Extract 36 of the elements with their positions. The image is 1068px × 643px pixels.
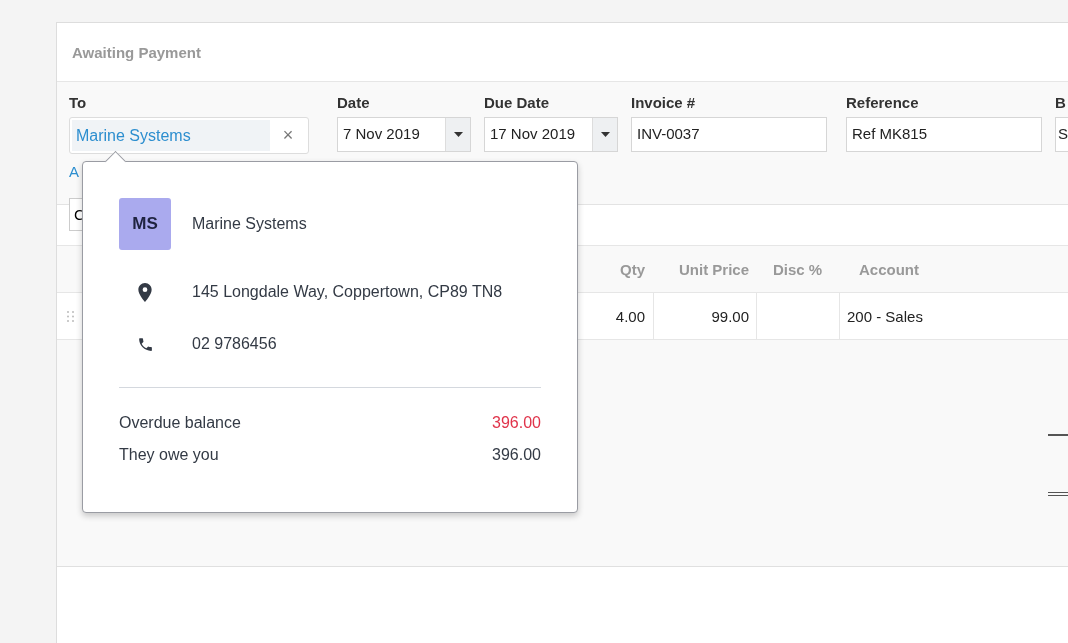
balance-label: Overdue balance [119,414,241,433]
table-cell: 200 - Sales [847,307,923,325]
dropdown-button[interactable] [592,118,617,151]
date-field[interactable]: 7 Nov 2019 [337,117,471,152]
balance-label: They owe you [119,446,219,465]
drag-handle-icon[interactable] [66,310,74,322]
text-field[interactable]: INV-0037 [631,117,827,152]
table-cell: 4.00 [615,307,645,325]
avatar: MS [119,198,171,250]
text-field[interactable]: Ref MK815 [846,117,1042,152]
field-label: To [69,95,88,111]
caret-down-icon [600,132,610,137]
phone-icon [136,335,154,353]
address-text: 145 Longdale Way, Coppertown, CP89 TN8 [192,283,503,301]
date-field[interactable]: 17 Nov 2019 [484,117,618,152]
column-header: Disc % [772,260,823,278]
text-field[interactable]: S [1055,117,1068,152]
balance-amount: 396.00 [492,414,541,433]
column-header: Unit Price [678,260,749,278]
column-header: Account [859,260,919,278]
caret-down-icon [453,132,463,137]
contact-name: Marine Systems [192,215,307,233]
table-cell: 99.00 [711,307,749,325]
balance-amount: 396.00 [492,446,541,465]
field-label: B [1055,95,1067,111]
column-header: Qty [620,260,645,278]
phone-number: 02 9786456 [192,335,277,353]
field-label: Invoice # [631,95,697,111]
dropdown-button[interactable] [445,118,470,151]
contact-field[interactable]: Marine Systems × [69,117,309,154]
clear-button[interactable]: × [270,125,306,146]
status-title: Awaiting Payment [72,43,201,61]
field-label: Date [337,95,371,111]
field-label: Due Date [484,95,551,111]
location-pin-icon [138,282,152,302]
field-label: Reference [846,95,920,111]
